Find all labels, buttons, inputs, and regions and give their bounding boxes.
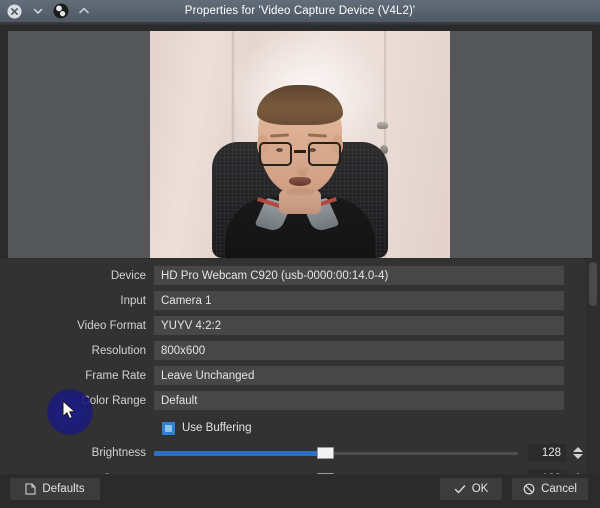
label-brightness: Brightness	[91, 447, 146, 459]
defaults-button[interactable]: Defaults	[10, 478, 100, 500]
form-row-contrast: Contrast 128	[0, 466, 586, 474]
chevron-down-icon[interactable]	[29, 3, 46, 20]
defaults-label: Defaults	[42, 483, 85, 495]
properties-form: Device HD Pro Webcam C920 (usb-0000:00:1…	[0, 259, 600, 474]
lens-left	[259, 142, 292, 167]
brightness-spinner[interactable]	[569, 442, 586, 464]
person-nose	[297, 162, 308, 176]
cancel-button[interactable]: Cancel	[512, 478, 588, 500]
device-combobox[interactable]: HD Pro Webcam C920 (usb-0000:00:14.0-4)	[154, 266, 564, 285]
form-scrollbar[interactable]	[586, 259, 600, 474]
preview-container	[0, 25, 600, 259]
color-range-combobox[interactable]: Default	[154, 391, 564, 410]
properties-dialog: Properties for 'Video Capture Device (V4…	[0, 0, 600, 508]
webcam-feed	[150, 31, 450, 258]
label-resolution: Resolution	[91, 344, 146, 357]
door-handle	[376, 121, 388, 129]
form-rows: Device HD Pro Webcam C920 (usb-0000:00:1…	[0, 259, 586, 474]
use-buffering-checkbox[interactable]	[162, 421, 175, 435]
spinner-down-icon[interactable]	[572, 454, 583, 459]
form-row-input: Input Camera 1	[0, 288, 586, 313]
input-combobox[interactable]: Camera 1	[154, 291, 564, 310]
label-video-format: Video Format	[77, 319, 146, 332]
form-row-resolution: Resolution 800x600	[0, 338, 586, 363]
ok-button[interactable]: OK	[440, 478, 502, 500]
chevron-up-icon[interactable]	[75, 3, 92, 20]
brightness-slider[interactable]	[154, 445, 518, 461]
person-mouth	[289, 177, 311, 187]
resolution-value: 800x600	[161, 344, 206, 357]
slider-handle[interactable]	[317, 447, 335, 459]
form-row-device: Device HD Pro Webcam C920 (usb-0000:00:1…	[0, 263, 586, 288]
scrollbar-thumb[interactable]	[589, 262, 597, 306]
person-chin	[285, 187, 315, 196]
document-icon	[25, 483, 36, 495]
label-color-range: Color Range	[81, 394, 146, 407]
circle-slash-icon	[523, 483, 535, 495]
label-frame-rate: Frame Rate	[85, 369, 146, 382]
video-format-value: YUYV 4:2:2	[161, 319, 222, 332]
frame-rate-value: Leave Unchanged	[161, 369, 255, 382]
use-buffering-label: Use Buffering	[182, 422, 252, 434]
lens-right	[308, 142, 341, 167]
label-device: Device	[110, 269, 146, 282]
slider-fill	[154, 451, 326, 456]
form-row-frame-rate: Frame Rate Leave Unchanged	[0, 363, 586, 388]
titlebar-icon-group	[0, 3, 92, 20]
color-range-value: Default	[161, 394, 198, 407]
close-icon[interactable]	[6, 3, 23, 20]
cancel-label: Cancel	[541, 483, 577, 495]
ok-label: OK	[471, 483, 489, 495]
title-bar: Properties for 'Video Capture Device (V4…	[0, 0, 600, 22]
glasses-bridge	[294, 150, 306, 153]
resolution-combobox[interactable]: 800x600	[154, 341, 564, 360]
input-value: Camera 1	[161, 294, 212, 307]
brightness-value-field[interactable]: 128	[528, 444, 566, 462]
device-value: HD Pro Webcam C920 (usb-0000:00:14.0-4)	[161, 269, 389, 282]
checkbox-check-icon	[165, 424, 172, 432]
frame-rate-combobox[interactable]: Leave Unchanged	[154, 366, 564, 385]
check-icon	[454, 484, 466, 495]
video-preview[interactable]	[8, 31, 592, 258]
video-format-combobox[interactable]: YUYV 4:2:2	[154, 316, 564, 335]
form-row-brightness: Brightness 128	[0, 440, 586, 466]
label-input: Input	[120, 294, 146, 307]
form-row-color-range: Color Range Default	[0, 388, 586, 413]
spinner-up-icon[interactable]	[572, 447, 583, 452]
form-row-video-format: Video Format YUYV 4:2:2	[0, 313, 586, 338]
obs-logo-icon[interactable]	[52, 3, 69, 20]
form-row-use-buffering: Use Buffering	[0, 416, 586, 440]
